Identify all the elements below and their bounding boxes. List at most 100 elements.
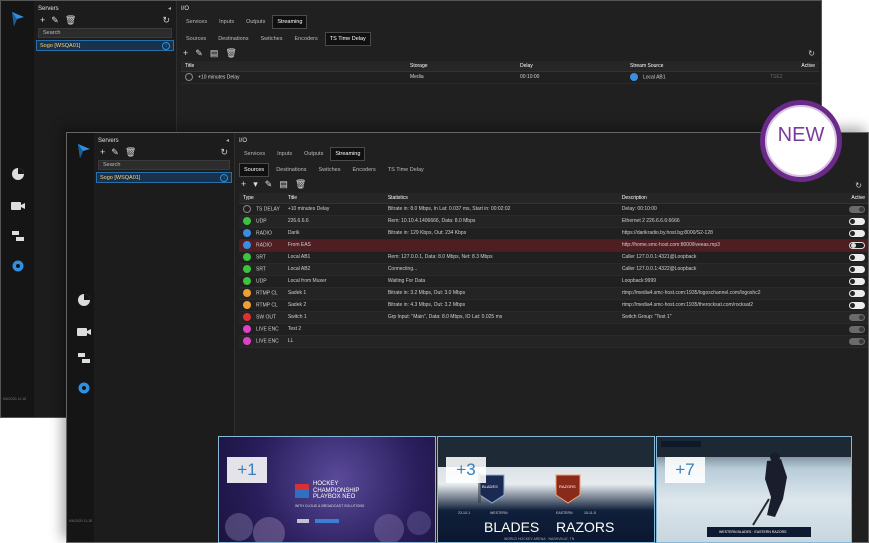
tab-switches[interactable]: Switches [313, 163, 345, 177]
active-toggle[interactable] [849, 277, 865, 285]
tab-streaming[interactable]: Streaming [330, 147, 366, 161]
active-toggle[interactable] [849, 229, 865, 237]
active-toggle[interactable] [849, 313, 865, 321]
servers-icon[interactable] [76, 351, 92, 365]
video-camera-icon[interactable] [76, 325, 92, 339]
table-row[interactable]: LIVE ENC LL [239, 335, 868, 348]
refresh-icon[interactable]: ↻ [855, 181, 862, 190]
col-active[interactable]: Active [766, 61, 819, 72]
tab-sources[interactable]: Sources [239, 163, 270, 177]
table-row[interactable]: SRT Local AB1 Rem: 127.0.0.1, Data: 8.0 Mb… [239, 251, 868, 264]
active-toggle[interactable] [849, 337, 865, 345]
active-toggle[interactable] [849, 265, 865, 273]
tab-inputs[interactable]: Inputs [272, 147, 297, 161]
tab-inputs[interactable]: Inputs [214, 15, 239, 29]
servers-icon[interactable] [10, 229, 26, 243]
row-description [617, 323, 842, 336]
row-statistics: Bitrate in: 3.2 Mbps, Out: 3.0 Mbps [383, 287, 618, 300]
row-type: UDP [256, 278, 267, 285]
active-toggle[interactable] [849, 301, 865, 309]
refresh-icon[interactable]: ↻ [162, 15, 170, 26]
delete-icon[interactable]: 🗑 [225, 48, 243, 58]
tab-encoders[interactable]: Encoders [289, 32, 322, 46]
active-toggle[interactable] [849, 289, 865, 297]
event-subtitle: WITH CLOUD & BROADCAST SOLUTIONS [295, 504, 365, 508]
tab-encoders[interactable]: Encoders [347, 163, 380, 177]
row-title: Darik [283, 227, 384, 240]
add-server-icon[interactable]: + [100, 147, 111, 157]
col-active[interactable]: Active [841, 193, 868, 204]
row-type: RADIO [256, 242, 272, 249]
active-toggle[interactable] [849, 205, 865, 213]
tab-services[interactable]: Services [181, 15, 212, 29]
info-icon[interactable]: i [162, 42, 170, 50]
col-storage[interactable]: Storage [406, 61, 516, 72]
col-description[interactable]: Description [617, 193, 842, 204]
tab-ts-time-delay[interactable]: TS Time Delay [383, 163, 429, 177]
add-dropdown-icon[interactable]: +▾ [241, 179, 265, 189]
table-row[interactable]: SRT Local AB2 Connecting... Caller 127.0.0.… [239, 263, 868, 276]
table-row[interactable]: RADIO Darik Bitrate in: 129 Kbps, Out: 234… [239, 227, 868, 240]
active-toggle[interactable] [849, 217, 865, 225]
tab-services[interactable]: Services [239, 147, 270, 161]
edit-icon[interactable]: ✎ [195, 48, 210, 58]
server-search-input[interactable]: Search [38, 28, 172, 38]
thumbnail-7[interactable]: WESTERN BLADES · EASTERN RAZORS +7 [656, 436, 852, 543]
col-title[interactable]: Title [283, 193, 384, 204]
edit-icon[interactable]: ✎ [111, 147, 125, 157]
add-icon[interactable]: + [183, 48, 195, 58]
edit-icon[interactable]: ✎ [51, 15, 65, 25]
settings-gear-icon[interactable] [76, 381, 92, 395]
server-list-item[interactable]: Sogo [WSQA01] i [96, 172, 232, 183]
table-row[interactable]: RTMP CL Sadek 1 Bitrate in: 3.2 Mbps, Out:… [239, 287, 868, 300]
server-list-item[interactable]: Sogo [WSQA01] i [36, 40, 174, 51]
server-search-input[interactable]: Search [98, 160, 230, 170]
tab-destinations[interactable]: Destinations [271, 163, 311, 177]
table-row[interactable]: UDP 226.6.6.6 Rem: 10.10.4.1406666, Data: … [239, 215, 868, 228]
table-row[interactable]: RTMP CL Sadek 2 Bitrate in: 4.3 Mbps, Out:… [239, 299, 868, 312]
active-toggle[interactable] [849, 253, 865, 261]
col-statistics[interactable]: Statistics [383, 193, 618, 204]
table-row[interactable]: TS DELAY +10 minutes Delay Bitrate in: 8.0… [239, 203, 868, 216]
tab-destinations[interactable]: Destinations [213, 32, 253, 46]
status-dot [630, 73, 638, 81]
collapse-panel-icon[interactable]: ◂ [168, 5, 171, 12]
row-statistics: Bitrate in: 4.3 Mbps, Out: 3.2 Mbps [383, 299, 618, 312]
refresh-icon[interactable]: ↻ [220, 147, 228, 158]
thumbnail-1[interactable]: HOCKEY CHAMPIONSHIP PLAYBOX NEO WITH CLO… [218, 436, 436, 543]
dashboard-icon[interactable] [76, 293, 92, 307]
refresh-icon[interactable]: ↻ [808, 49, 815, 58]
tab-outputs[interactable]: Outputs [299, 147, 328, 161]
video-camera-icon[interactable] [10, 199, 26, 213]
col-title[interactable]: Title [181, 61, 406, 72]
col-type[interactable]: Type [239, 193, 284, 204]
tab-sources[interactable]: Sources [181, 32, 211, 46]
table-row[interactable]: RADIO From EAS http://home.smc-host.com:80… [239, 239, 868, 252]
table-row[interactable]: LIVE ENC Test 2 [239, 323, 868, 336]
event-headline: HOCKEY CHAMPIONSHIP PLAYBOX NEO [313, 481, 360, 500]
settings-gear-icon[interactable] [10, 259, 26, 273]
tab-outputs[interactable]: Outputs [241, 15, 270, 29]
table-row[interactable]: SW OUT Switch 1 Grp Input: "Main", Data: 8… [239, 311, 868, 324]
add-server-icon[interactable]: + [40, 15, 51, 25]
dashboard-icon[interactable] [10, 167, 26, 181]
app-logo-icon [78, 144, 90, 158]
edit-icon[interactable]: ✎ [265, 179, 280, 189]
copy-icon[interactable]: ▤ [279, 179, 295, 189]
thumbnail-3[interactable]: BLADES RAZORS 23-10-1 WESTERN EASTERN 15… [437, 436, 655, 543]
active-toggle[interactable] [849, 241, 865, 249]
delete-icon[interactable]: 🗑 [65, 15, 82, 25]
collapse-panel-icon[interactable]: ◂ [226, 137, 229, 144]
col-stream-source[interactable]: Stream Source [626, 61, 766, 72]
col-delay[interactable]: Delay [516, 61, 626, 72]
tab-streaming[interactable]: Streaming [272, 15, 308, 29]
tab-switches[interactable]: Switches [255, 32, 287, 46]
copy-icon[interactable]: ▤ [210, 48, 226, 58]
table-row[interactable]: +10 minutes Delay Media 00:10:00 Local A… [181, 71, 819, 84]
info-icon[interactable]: i [220, 174, 228, 182]
delete-icon[interactable]: 🗑 [125, 147, 142, 157]
tab-ts-time-delay[interactable]: TS Time Delay [324, 32, 371, 46]
delete-icon[interactable]: 🗑 [295, 179, 313, 189]
active-toggle[interactable] [849, 325, 865, 333]
table-row[interactable]: UDP Local from Muxer Waiting For Data Loopb… [239, 275, 868, 288]
